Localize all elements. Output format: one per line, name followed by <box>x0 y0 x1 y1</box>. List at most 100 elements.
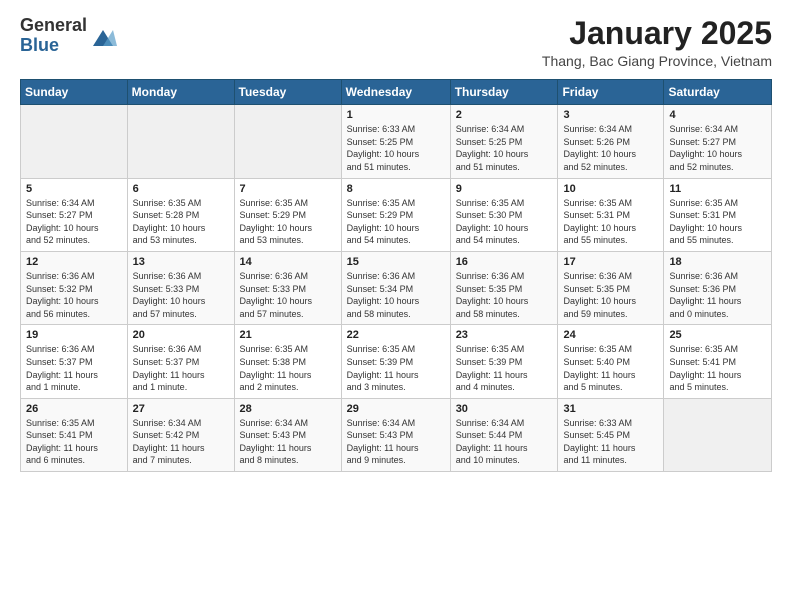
day-number: 11 <box>669 183 766 195</box>
day-number: 2 <box>456 109 553 121</box>
calendar-cell: 13 Sunrise: 6:36 AM Sunset: 5:33 PM Dayli… <box>127 251 234 324</box>
day-number: 31 <box>563 403 658 415</box>
day-info: Sunrise: 6:35 AM Sunset: 5:41 PM Dayligh… <box>669 343 766 393</box>
day-header-sunday: Sunday <box>21 80 128 105</box>
day-header-friday: Friday <box>558 80 664 105</box>
day-info: Sunrise: 6:33 AM Sunset: 5:45 PM Dayligh… <box>563 417 658 467</box>
calendar-cell: 29 Sunrise: 6:34 AM Sunset: 5:43 PM Dayli… <box>341 398 450 471</box>
calendar-cell: 10 Sunrise: 6:35 AM Sunset: 5:31 PM Dayli… <box>558 178 664 251</box>
calendar-cell: 30Sunrise: 6:34 AM Sunset: 5:44 PM Dayli… <box>450 398 558 471</box>
day-number: 19 <box>26 329 122 341</box>
day-header-monday: Monday <box>127 80 234 105</box>
day-number: 13 <box>133 256 229 268</box>
day-header-wednesday: Wednesday <box>341 80 450 105</box>
calendar-cell: 12 Sunrise: 6:36 AM Sunset: 5:32 PM Dayli… <box>21 251 128 324</box>
day-info: Sunrise: 6:36 AM Sunset: 5:32 PM Dayligh… <box>26 270 122 320</box>
calendar-cell <box>664 398 772 471</box>
day-info: Sunrise: 6:35 AM Sunset: 5:31 PM Dayligh… <box>669 197 766 247</box>
day-number: 21 <box>240 329 336 341</box>
calendar-cell: 19 Sunrise: 6:36 AM Sunset: 5:37 PM Dayli… <box>21 325 128 398</box>
week-row-2: 5Sunrise: 6:34 AM Sunset: 5:27 PM Daylig… <box>21 178 772 251</box>
day-number: 29 <box>347 403 445 415</box>
calendar-cell: 6 Sunrise: 6:35 AM Sunset: 5:28 PM Daylig… <box>127 178 234 251</box>
day-number: 15 <box>347 256 445 268</box>
day-number: 7 <box>240 183 336 195</box>
day-number: 12 <box>26 256 122 268</box>
day-header-thursday: Thursday <box>450 80 558 105</box>
day-info: Sunrise: 6:35 AM Sunset: 5:29 PM Dayligh… <box>347 197 445 247</box>
calendar-cell: 21 Sunrise: 6:35 AM Sunset: 5:38 PM Dayli… <box>234 325 341 398</box>
calendar-cell: 2 Sunrise: 6:34 AM Sunset: 5:25 PM Daylig… <box>450 105 558 178</box>
calendar-cell: 5Sunrise: 6:34 AM Sunset: 5:27 PM Daylig… <box>21 178 128 251</box>
day-header-tuesday: Tuesday <box>234 80 341 105</box>
day-info: Sunrise: 6:36 AM Sunset: 5:35 PM Dayligh… <box>563 270 658 320</box>
day-info: Sunrise: 6:35 AM Sunset: 5:28 PM Dayligh… <box>133 197 229 247</box>
day-number: 17 <box>563 256 658 268</box>
calendar-cell: 31 Sunrise: 6:33 AM Sunset: 5:45 PM Dayli… <box>558 398 664 471</box>
day-number: 28 <box>240 403 336 415</box>
day-info: Sunrise: 6:34 AM Sunset: 5:25 PM Dayligh… <box>456 123 553 173</box>
day-info: Sunrise: 6:34 AM Sunset: 5:42 PM Dayligh… <box>133 417 229 467</box>
location: Thang, Bac Giang Province, Vietnam <box>542 53 772 69</box>
day-number: 10 <box>563 183 658 195</box>
day-info: Sunrise: 6:35 AM Sunset: 5:31 PM Dayligh… <box>563 197 658 247</box>
day-number: 9 <box>456 183 553 195</box>
day-number: 18 <box>669 256 766 268</box>
day-info: Sunrise: 6:35 AM Sunset: 5:39 PM Dayligh… <box>456 343 553 393</box>
day-number: 8 <box>347 183 445 195</box>
day-number: 6 <box>133 183 229 195</box>
logo-blue-text: Blue <box>20 35 59 55</box>
calendar-cell <box>21 105 128 178</box>
day-number: 24 <box>563 329 658 341</box>
calendar-cell: 15 Sunrise: 6:36 AM Sunset: 5:34 PM Dayli… <box>341 251 450 324</box>
calendar-cell: 17 Sunrise: 6:36 AM Sunset: 5:35 PM Dayli… <box>558 251 664 324</box>
calendar-cell: 8 Sunrise: 6:35 AM Sunset: 5:29 PM Daylig… <box>341 178 450 251</box>
calendar-cell: 23 Sunrise: 6:35 AM Sunset: 5:39 PM Dayli… <box>450 325 558 398</box>
day-headers-row: SundayMondayTuesdayWednesdayThursdayFrid… <box>21 80 772 105</box>
week-row-3: 12 Sunrise: 6:36 AM Sunset: 5:32 PM Dayli… <box>21 251 772 324</box>
day-info: Sunrise: 6:33 AM Sunset: 5:25 PM Dayligh… <box>347 123 445 173</box>
week-row-4: 19 Sunrise: 6:36 AM Sunset: 5:37 PM Dayli… <box>21 325 772 398</box>
day-info: Sunrise: 6:34 AM Sunset: 5:26 PM Dayligh… <box>563 123 658 173</box>
day-info: Sunrise: 6:35 AM Sunset: 5:29 PM Dayligh… <box>240 197 336 247</box>
week-row-5: 26Sunrise: 6:35 AM Sunset: 5:41 PM Dayli… <box>21 398 772 471</box>
calendar-cell <box>234 105 341 178</box>
day-info: Sunrise: 6:35 AM Sunset: 5:40 PM Dayligh… <box>563 343 658 393</box>
day-info: Sunrise: 6:34 AM Sunset: 5:43 PM Dayligh… <box>240 417 336 467</box>
calendar-cell: 9 Sunrise: 6:35 AM Sunset: 5:30 PM Daylig… <box>450 178 558 251</box>
calendar-cell: 4Sunrise: 6:34 AM Sunset: 5:27 PM Daylig… <box>664 105 772 178</box>
header: General Blue January 2025 Thang, Bac Gia… <box>20 16 772 69</box>
day-info: Sunrise: 6:35 AM Sunset: 5:38 PM Dayligh… <box>240 343 336 393</box>
day-info: Sunrise: 6:36 AM Sunset: 5:35 PM Dayligh… <box>456 270 553 320</box>
day-number: 14 <box>240 256 336 268</box>
logo-general-text: General <box>20 15 87 35</box>
day-info: Sunrise: 6:36 AM Sunset: 5:33 PM Dayligh… <box>133 270 229 320</box>
week-row-1: 1Sunrise: 6:33 AM Sunset: 5:25 PM Daylig… <box>21 105 772 178</box>
calendar-cell: 18 Sunrise: 6:36 AM Sunset: 5:36 PM Dayli… <box>664 251 772 324</box>
day-number: 16 <box>456 256 553 268</box>
day-number: 23 <box>456 329 553 341</box>
calendar-cell: 26Sunrise: 6:35 AM Sunset: 5:41 PM Dayli… <box>21 398 128 471</box>
calendar-cell: 27 Sunrise: 6:34 AM Sunset: 5:42 PM Dayli… <box>127 398 234 471</box>
day-info: Sunrise: 6:36 AM Sunset: 5:36 PM Dayligh… <box>669 270 766 320</box>
day-number: 25 <box>669 329 766 341</box>
day-header-saturday: Saturday <box>664 80 772 105</box>
day-number: 22 <box>347 329 445 341</box>
day-info: Sunrise: 6:36 AM Sunset: 5:33 PM Dayligh… <box>240 270 336 320</box>
day-info: Sunrise: 6:36 AM Sunset: 5:34 PM Dayligh… <box>347 270 445 320</box>
day-number: 27 <box>133 403 229 415</box>
day-info: Sunrise: 6:35 AM Sunset: 5:30 PM Dayligh… <box>456 197 553 247</box>
day-info: Sunrise: 6:36 AM Sunset: 5:37 PM Dayligh… <box>133 343 229 393</box>
calendar-cell: 24 Sunrise: 6:35 AM Sunset: 5:40 PM Dayli… <box>558 325 664 398</box>
logo-icon <box>89 22 117 50</box>
day-number: 3 <box>563 109 658 121</box>
day-info: Sunrise: 6:34 AM Sunset: 5:43 PM Dayligh… <box>347 417 445 467</box>
calendar-cell: 14 Sunrise: 6:36 AM Sunset: 5:33 PM Dayli… <box>234 251 341 324</box>
day-info: Sunrise: 6:36 AM Sunset: 5:37 PM Dayligh… <box>26 343 122 393</box>
month-year: January 2025 <box>542 16 772 51</box>
day-number: 30 <box>456 403 553 415</box>
day-info: Sunrise: 6:34 AM Sunset: 5:27 PM Dayligh… <box>669 123 766 173</box>
calendar-cell: 16 Sunrise: 6:36 AM Sunset: 5:35 PM Dayli… <box>450 251 558 324</box>
calendar-cell: 1Sunrise: 6:33 AM Sunset: 5:25 PM Daylig… <box>341 105 450 178</box>
title-block: January 2025 Thang, Bac Giang Province, … <box>542 16 772 69</box>
